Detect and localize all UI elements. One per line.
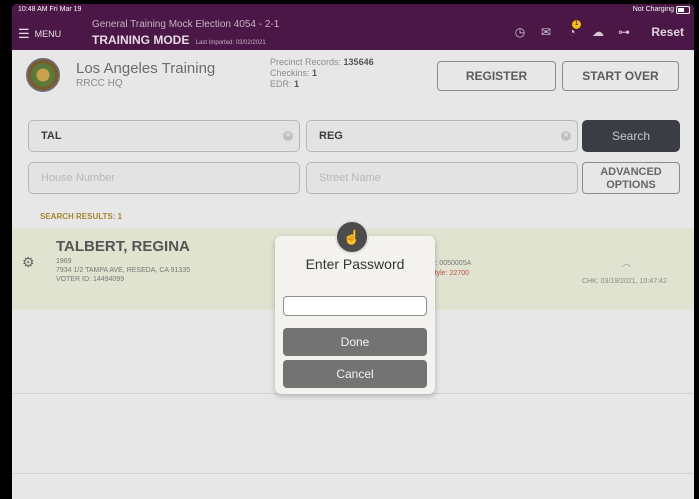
voter-ballot-style: Style: 22700 — [430, 270, 469, 277]
app-header: ☰ MENU General Training Mock Election 40… — [12, 16, 694, 50]
mail-icon[interactable]: ✉ — [538, 24, 554, 40]
header-icons: ◷ ✉ ◔ 1 ☁ ⊶ — [512, 20, 632, 40]
house-number-input[interactable]: House Number — [28, 162, 300, 194]
notification-badge: 1 — [572, 20, 581, 29]
checkins-label: Checkins: — [270, 68, 310, 78]
precinct-stats: Precinct Records: 135646 Checkins: 1 EDR… — [270, 57, 374, 90]
voter-name: TALBERT, REGINA — [56, 238, 190, 255]
list-divider — [12, 473, 694, 474]
site-name: Los Angeles Training — [76, 60, 216, 77]
cloud-upload-icon[interactable]: ☁ — [590, 24, 606, 40]
clear-last-name-icon[interactable]: ✕ — [283, 131, 293, 141]
edr-value: 1 — [294, 79, 300, 89]
search-results-header: SEARCH RESULTS: 1 — [40, 212, 123, 221]
check-in-timestamp: CHK: 03/19/2021, 10:47:42 — [582, 278, 667, 285]
start-over-button[interactable]: START OVER — [562, 61, 679, 91]
precinct-records-label: Precinct Records: — [270, 57, 342, 67]
checkins-value: 1 — [312, 68, 318, 78]
county-seal-logo — [26, 58, 60, 92]
training-mode-banner: TRAINING MODE Last Imported: 03/02/2021 — [92, 33, 266, 47]
advanced-options-button[interactable]: ADVANCED OPTIONS — [582, 162, 680, 194]
network-icon[interactable]: ⊶ — [616, 24, 632, 40]
mode-label: TRAINING MODE — [92, 33, 190, 47]
touch-pointer-icon: ☝ — [335, 220, 369, 254]
voter-birth-year: 1969 — [56, 258, 72, 265]
reset-button[interactable]: Reset — [651, 25, 684, 39]
main-content: Los Angeles Training RRCC HQ Precinct Re… — [12, 50, 694, 499]
search-button[interactable]: Search — [582, 120, 680, 152]
history-icon[interactable]: ◷ — [512, 24, 528, 40]
app-screen: 10:48 AM Fri Mar 19 Not Charging ☰ MENU … — [12, 4, 694, 499]
password-dialog: Enter Password Done Cancel — [275, 236, 435, 394]
charging-status: Not Charging — [632, 6, 674, 13]
password-input[interactable] — [283, 296, 427, 316]
last-name-input[interactable]: TAL ✕ — [28, 120, 300, 152]
dialog-title: Enter Password — [305, 256, 405, 272]
edr-label: EDR: — [270, 79, 292, 89]
last-imported: Last Imported: 03/02/2021 — [195, 40, 266, 46]
menu-label: MENU — [34, 29, 62, 39]
last-name-value: TAL — [41, 130, 62, 142]
chevron-up-icon: ︿ — [622, 258, 632, 268]
first-name-input[interactable]: REG ✕ — [306, 120, 578, 152]
done-button[interactable]: Done — [283, 328, 427, 356]
gear-icon[interactable]: ⚙ — [22, 254, 35, 271]
precinct-records-value: 135646 — [343, 57, 374, 67]
cancel-button[interactable]: Cancel — [283, 360, 427, 388]
menu-button[interactable]: ☰ MENU — [18, 26, 61, 42]
status-bar: 10:48 AM Fri Mar 19 Not Charging — [12, 4, 694, 16]
notification-icon[interactable]: ◔ 1 — [564, 20, 581, 40]
voter-id: VOTER ID: 14494099 — [56, 276, 125, 283]
register-button[interactable]: REGISTER — [437, 61, 556, 91]
first-name-value: REG — [319, 130, 343, 142]
street-name-input[interactable]: Street Name — [306, 162, 578, 194]
hamburger-icon: ☰ — [18, 26, 30, 41]
voter-precinct: ct: 0050005A — [430, 260, 472, 267]
voter-address: 7934 1/2 TAMPA AVE, RESEDA, CA 91335 — [56, 267, 191, 274]
election-name: General Training Mock Election 4054 - 2-… — [92, 19, 280, 30]
advanced-options-line2: OPTIONS — [606, 179, 656, 191]
site-subtitle: RRCC HQ — [76, 78, 123, 89]
clear-first-name-icon[interactable]: ✕ — [561, 131, 571, 141]
status-time: 10:48 AM Fri Mar 19 — [18, 6, 82, 13]
advanced-options-line1: ADVANCED — [600, 166, 662, 178]
battery-icon — [676, 6, 690, 14]
